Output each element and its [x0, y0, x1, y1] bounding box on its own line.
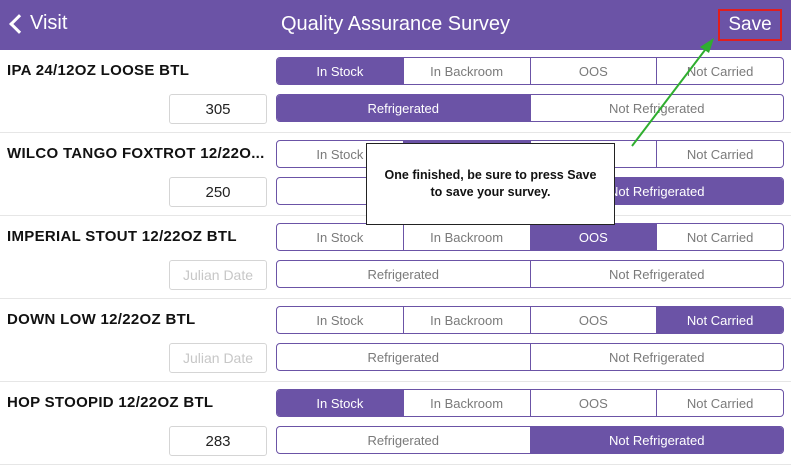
stock-option-not-carried[interactable]: Not Carried [657, 141, 783, 167]
stock-option-not-carried[interactable]: Not Carried [657, 58, 783, 84]
stock-option-in-stock[interactable]: In Stock [277, 58, 404, 84]
stock-option-oos[interactable]: OOS [531, 307, 658, 333]
temp-option-refrigerated[interactable]: Refrigerated [277, 427, 531, 453]
stock-status-control: In StockIn BackroomOOSNot Carried [276, 57, 784, 85]
product-row: IPA 24/12OZ LOOSE BTL 305 In Stock In Backr… [0, 50, 791, 133]
temp-option-not-refrigerated[interactable]: Not Refrigerated [531, 344, 784, 370]
quantity-field[interactable]: 283 [169, 426, 267, 456]
product-name: HOP STOOPID 12/22OZ BTL [7, 394, 214, 411]
product-row: HOP STOOPID 12/22OZ BTL 283 In Stock In Bac… [0, 382, 791, 465]
stock-option-in-backroom[interactable]: In Backroom [404, 390, 531, 416]
save-button[interactable]: Save [718, 9, 782, 41]
julian-date-field[interactable]: Julian Date [169, 343, 267, 373]
stock-option-not-carried[interactable]: Not Carried [657, 307, 783, 333]
stock-option-in-backroom[interactable]: In Backroom [404, 224, 531, 250]
stock-option-oos[interactable]: OOS [531, 58, 658, 84]
temp-option-not-refrigerated[interactable]: Not Refrigerated [531, 261, 784, 287]
product-name: IMPERIAL STOUT 12/22OZ BTL [7, 228, 237, 245]
product-row: IMPERIAL STOUT 12/22OZ BTL Julian Date In … [0, 216, 791, 299]
refrigeration-control: RefrigeratedNot Refrigerated [276, 343, 784, 371]
instruction-callout: One finished, be sure to press Save to s… [366, 143, 615, 225]
stock-option-in-backroom[interactable]: In Backroom [404, 307, 531, 333]
stock-status-control: In StockIn BackroomOOSNot Carried [276, 306, 784, 334]
stock-status-control: In StockIn BackroomOOSNot Carried [276, 389, 784, 417]
product-name: IPA 24/12OZ LOOSE BTL [7, 62, 190, 79]
product-name: DOWN LOW 12/22OZ BTL [7, 311, 196, 328]
temp-option-not-refrigerated[interactable]: Not Refrigerated [531, 95, 784, 121]
refrigeration-control: RefrigeratedNot Refrigerated [276, 426, 784, 454]
refrigeration-control: RefrigeratedNot Refrigerated [276, 260, 784, 288]
nav-bar: Visit Quality Assurance Survey Save [0, 0, 791, 50]
stock-option-in-stock[interactable]: In Stock [277, 390, 404, 416]
page-title: Quality Assurance Survey [281, 13, 510, 35]
stock-option-not-carried[interactable]: Not Carried [657, 224, 783, 250]
stock-option-oos[interactable]: OOS [531, 390, 658, 416]
quantity-field[interactable]: 305 [169, 94, 267, 124]
stock-status-control: In StockIn BackroomOOSNot Carried [276, 223, 784, 251]
stock-option-in-stock[interactable]: In Stock [277, 307, 404, 333]
temp-option-refrigerated[interactable]: Refrigerated [277, 95, 531, 121]
temp-option-refrigerated[interactable]: Refrigerated [277, 261, 531, 287]
stock-option-in-stock[interactable]: In Stock [277, 224, 404, 250]
refrigeration-control: RefrigeratedNot Refrigerated [276, 94, 784, 122]
stock-option-not-carried[interactable]: Not Carried [657, 390, 783, 416]
stock-option-in-backroom[interactable]: In Backroom [404, 58, 531, 84]
product-name: WILCO TANGO FOXTROT 12/22O... [7, 145, 265, 162]
product-row: DOWN LOW 12/22OZ BTL Julian Date In Stock I… [0, 299, 791, 382]
julian-date-field[interactable]: Julian Date [169, 260, 267, 290]
stock-option-oos[interactable]: OOS [530, 224, 658, 250]
quantity-field[interactable]: 250 [169, 177, 267, 207]
temp-option-not-refrigerated[interactable]: Not Refrigerated [530, 427, 783, 453]
temp-option-refrigerated[interactable]: Refrigerated [277, 344, 531, 370]
